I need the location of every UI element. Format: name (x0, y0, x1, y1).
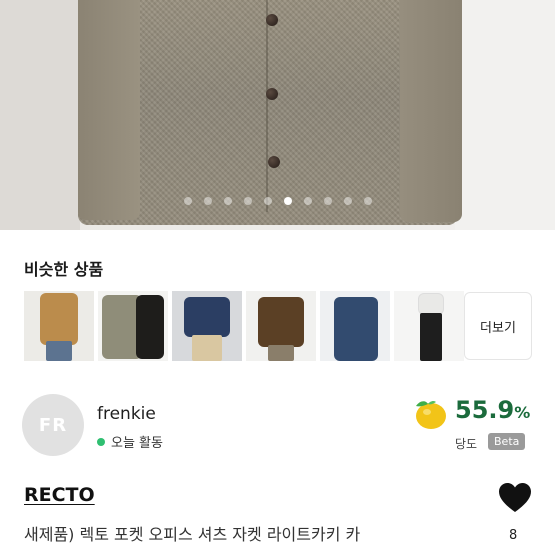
seller-name[interactable]: frenkie (97, 404, 156, 424)
brand-link[interactable]: RECTO (24, 484, 95, 506)
similar-item-thumbnail[interactable] (246, 291, 316, 361)
similar-item-thumbnail[interactable] (320, 291, 390, 361)
jacket-button (266, 88, 278, 100)
carousel-dot (223, 197, 232, 205)
activity-label: 오늘 활동 (111, 436, 163, 451)
background-wall-right (455, 0, 555, 230)
carousel-dot (203, 197, 212, 205)
carousel-dot (323, 197, 332, 205)
similar-products-title: 비슷한 상품 (24, 260, 104, 279)
score-unit: % (514, 403, 531, 422)
jacket-button (266, 14, 278, 26)
similar-item-thumbnail[interactable] (172, 291, 242, 361)
carousel-indicator (0, 197, 555, 205)
background-wall (0, 0, 80, 230)
product-title: 새제품) 렉토 포켓 오피스 셔츠 자켓 라이트카키 카 (24, 525, 361, 544)
carousel-dot (263, 197, 272, 205)
sweetness-score: 55.9% (455, 396, 530, 424)
jacket-sleeve-right (400, 0, 462, 222)
carousel-dot (303, 197, 312, 205)
similar-products-list (24, 291, 464, 361)
carousel-dot-active (283, 197, 292, 205)
carousel-dot (243, 197, 252, 205)
online-dot-icon (97, 437, 105, 446)
carousel-dot (343, 197, 352, 205)
jacket-placket (266, 0, 268, 212)
heart-icon[interactable] (498, 482, 532, 514)
similar-item-thumbnail[interactable] (24, 291, 94, 361)
like-count: 8 (509, 528, 518, 543)
more-similar-button[interactable]: 더보기 (464, 292, 532, 360)
carousel-dot (183, 197, 192, 205)
jacket-sleeve-left (78, 0, 140, 220)
score-value: 55.9 (455, 396, 515, 424)
product-image-carousel[interactable] (0, 0, 555, 230)
seller-activity-status: 오늘 활동 (97, 432, 163, 451)
beta-badge: Beta (488, 433, 526, 450)
sweetness-label: 당도 (455, 437, 478, 451)
seller-avatar[interactable]: FR (22, 394, 84, 456)
jacket-button (268, 156, 280, 168)
similar-item-thumbnail[interactable] (394, 291, 464, 361)
lemon-icon (416, 400, 446, 429)
similar-item-thumbnail[interactable] (98, 291, 168, 361)
carousel-dot (363, 197, 372, 205)
